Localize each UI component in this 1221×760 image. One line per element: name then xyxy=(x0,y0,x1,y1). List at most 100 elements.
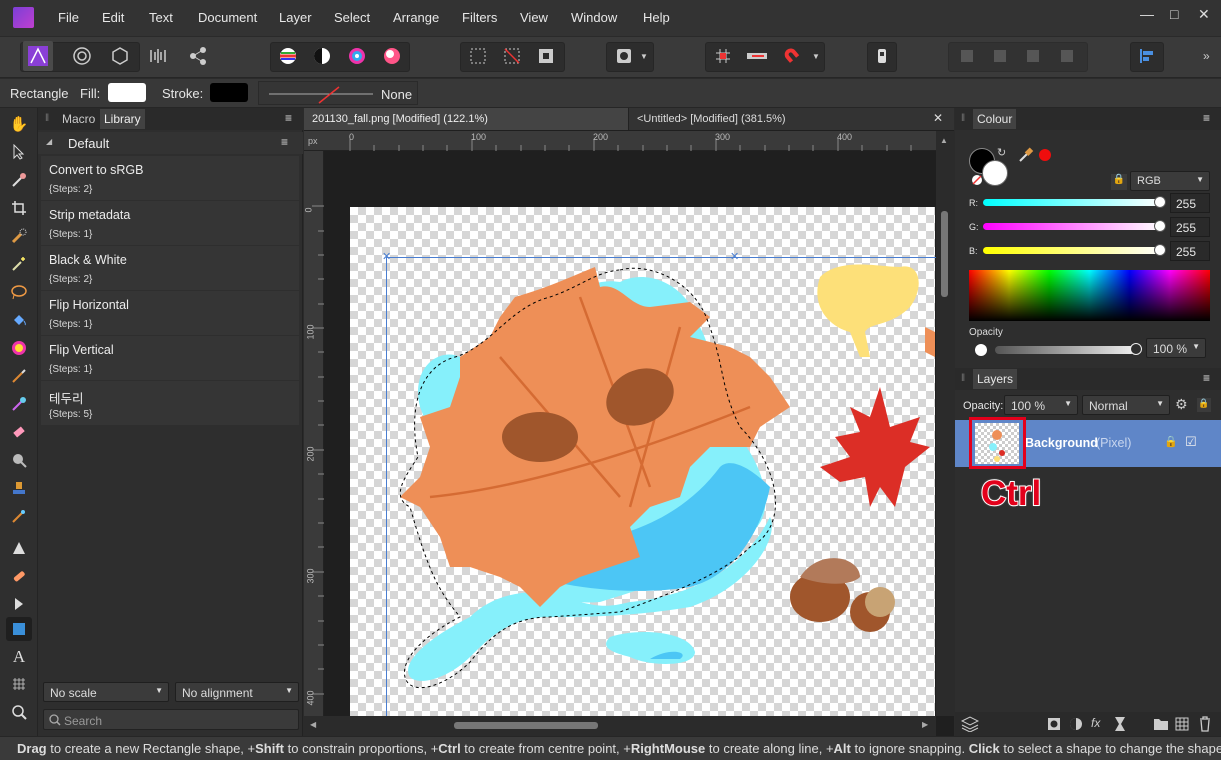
align-icon[interactable] xyxy=(1132,41,1162,71)
selection-brush-tool-icon[interactable] xyxy=(6,224,32,248)
dodge-brush-tool-icon[interactable] xyxy=(6,448,32,472)
menu-window[interactable]: Window xyxy=(571,10,617,25)
scroll-up-icon[interactable]: ▲ xyxy=(940,136,948,145)
zoom-tool-icon[interactable] xyxy=(6,700,32,724)
scrollbar-thumb[interactable] xyxy=(941,211,948,297)
menu-view[interactable]: View xyxy=(520,10,548,25)
lock-icon[interactable]: 🔒 xyxy=(1197,398,1211,412)
stroke-swatch[interactable] xyxy=(210,83,248,102)
vertical-ruler[interactable]: 0 100 200 300 400 xyxy=(304,151,324,716)
bounding-box-handle-icon[interactable]: ✕ xyxy=(730,250,739,263)
magic-wand-tool-icon[interactable] xyxy=(6,252,32,276)
gear-icon[interactable]: ⚙ xyxy=(1175,396,1188,413)
document-tab[interactable]: <Untitled> [Modified] (381.5%) ✕ xyxy=(629,108,954,130)
red-value-field[interactable]: 255 xyxy=(1170,193,1210,213)
search-field[interactable]: Search xyxy=(43,709,299,730)
tab-library[interactable]: Library xyxy=(100,109,145,129)
lock-icon[interactable]: 🔒 xyxy=(1111,174,1127,190)
red-slider-handle[interactable] xyxy=(1154,196,1166,208)
sharpen-brush-tool-icon[interactable] xyxy=(6,536,32,560)
levels-icon[interactable] xyxy=(273,41,303,71)
move-tool-icon[interactable] xyxy=(6,140,32,164)
crop-tool-icon[interactable] xyxy=(6,196,32,220)
menu-arrange[interactable]: Arrange xyxy=(393,10,439,25)
green-slider-handle[interactable] xyxy=(1154,220,1166,232)
document-tab-active[interactable]: 201130_fall.png [Modified] (122.1%) xyxy=(304,108,629,130)
add-pixel-layer-icon[interactable] xyxy=(1175,717,1189,731)
white-balance-icon[interactable] xyxy=(307,41,337,71)
quick-mask-dropdown-icon[interactable]: ▼ xyxy=(635,41,653,71)
list-item[interactable]: Convert to sRGB {Steps: 2} xyxy=(41,156,299,200)
category-header[interactable]: ◢ Default ≡ xyxy=(38,132,303,154)
opacity-field[interactable]: 100 % ▼ xyxy=(1146,338,1206,358)
fx-icon[interactable]: fx xyxy=(1091,716,1100,730)
panel-menu-icon[interactable]: ≡ xyxy=(1203,371,1210,385)
adjustment-layer-icon[interactable] xyxy=(1069,717,1083,731)
develop-persona-icon[interactable] xyxy=(105,41,135,71)
export-persona-icon[interactable] xyxy=(183,41,213,71)
maximize-icon[interactable]: □ xyxy=(1170,6,1178,22)
scroll-left-icon[interactable]: ◀ xyxy=(310,720,316,729)
menu-layer[interactable]: Layer xyxy=(279,10,312,25)
view-tool-hand-icon[interactable]: ✋ xyxy=(6,112,32,136)
color-replacement-brush-icon[interactable] xyxy=(6,392,32,416)
blue-slider-handle[interactable] xyxy=(1154,244,1166,256)
close-icon[interactable]: ✕ xyxy=(1198,6,1210,23)
gradient-tool-icon[interactable] xyxy=(6,336,32,360)
tab-macro[interactable]: Macro xyxy=(62,112,95,126)
list-item[interactable]: Flip Vertical {Steps: 1} xyxy=(41,336,299,380)
move-to-back-icon[interactable] xyxy=(952,41,982,71)
invert-selection-icon[interactable] xyxy=(531,41,561,71)
snapping-dropdown-icon[interactable]: ▼ xyxy=(808,41,824,71)
layer-visibility-checkbox[interactable]: ☑ xyxy=(1185,434,1197,450)
freehand-selection-tool-icon[interactable] xyxy=(6,280,32,304)
panel-menu-icon[interactable]: ≡ xyxy=(285,111,292,125)
flood-fill-tool-icon[interactable] xyxy=(6,308,32,332)
assistant-icon[interactable] xyxy=(867,41,897,71)
liquify-persona-icon[interactable] xyxy=(67,41,97,71)
live-filter-icon[interactable] xyxy=(1113,716,1127,732)
node-tool-icon[interactable] xyxy=(6,592,32,616)
deselect-icon[interactable] xyxy=(497,41,527,71)
list-item[interactable]: 테두리 {Steps: 5} xyxy=(41,381,299,425)
picked-colour-swatch[interactable] xyxy=(1039,149,1051,161)
fill-swatch[interactable] xyxy=(108,83,146,102)
grid-icon[interactable] xyxy=(708,41,738,71)
vertical-scrollbar[interactable]: ▲ xyxy=(936,131,954,716)
tab-colour[interactable]: Colour xyxy=(973,109,1017,129)
force-pixel-alignment-icon[interactable] xyxy=(742,41,772,71)
erase-brush-tool-icon[interactable] xyxy=(6,420,32,444)
color-picker-tool-icon[interactable] xyxy=(6,168,32,192)
move-back-one-icon[interactable] xyxy=(985,41,1015,71)
move-forward-one-icon[interactable] xyxy=(1018,41,1048,71)
swap-colours-icon[interactable]: ↻ xyxy=(997,146,1006,159)
layers-opacity-field[interactable]: 100 % ▼ xyxy=(1004,395,1078,415)
tab-layers[interactable]: Layers xyxy=(973,369,1018,389)
horizontal-scrollbar[interactable]: ◀ ▶ xyxy=(304,716,936,736)
collapse-triangle-icon[interactable]: ◢ xyxy=(46,137,52,146)
stroke-style-selector[interactable]: None xyxy=(258,81,418,105)
opacity-slider-track[interactable] xyxy=(995,346,1135,354)
minimize-icon[interactable]: — xyxy=(1140,6,1154,22)
colour-picker-icon[interactable] xyxy=(1017,146,1035,164)
no-colour-icon[interactable] xyxy=(971,174,983,186)
blend-mode-select[interactable]: Normal ▼ xyxy=(1082,395,1170,415)
rectangle-tool-icon[interactable] xyxy=(6,617,32,641)
blue-value-field[interactable]: 255 xyxy=(1170,241,1210,261)
opacity-slider-handle[interactable] xyxy=(1130,343,1142,355)
secondary-colour-swatch[interactable] xyxy=(982,160,1008,186)
list-item[interactable]: Strip metadata {Steps: 1} xyxy=(41,201,299,245)
paint-brush-tool-icon[interactable] xyxy=(6,364,32,388)
text-tool-icon[interactable]: A xyxy=(6,645,32,669)
horizontal-ruler[interactable]: px 0 100 200 300 400 xyxy=(304,131,936,151)
mask-layer-icon[interactable] xyxy=(1047,717,1061,731)
move-to-front-icon[interactable] xyxy=(1052,41,1082,71)
group-folder-icon[interactable] xyxy=(1153,717,1169,731)
menu-document[interactable]: Document xyxy=(198,10,257,25)
menu-edit[interactable]: Edit xyxy=(102,10,124,25)
affinity-photo-logo-icon[interactable] xyxy=(13,7,34,28)
green-value-field[interactable]: 255 xyxy=(1170,217,1210,237)
inpainting-brush-tool-icon[interactable] xyxy=(6,504,32,528)
list-item[interactable]: Flip Horizontal {Steps: 1} xyxy=(41,291,299,335)
bounding-box-handle-icon[interactable]: ✕ xyxy=(382,250,391,263)
